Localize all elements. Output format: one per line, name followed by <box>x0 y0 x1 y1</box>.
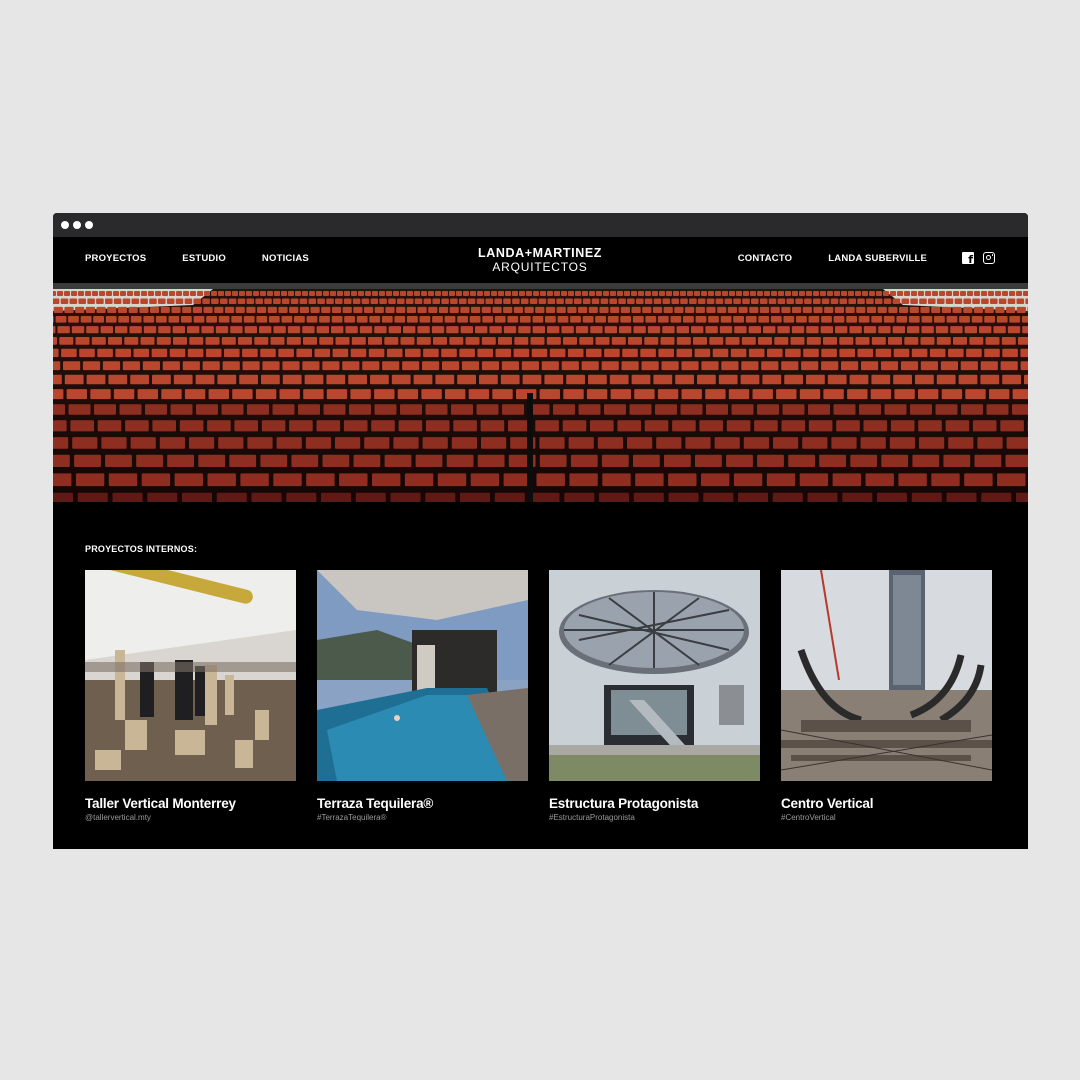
construction-site-photo <box>781 570 992 781</box>
nav-link-estudio[interactable]: ESTUDIO <box>182 253 226 264</box>
project-card[interactable]: Centro Vertical #CentroVertical <box>781 570 992 822</box>
window-titlebar <box>53 213 1028 237</box>
project-hashtag[interactable]: @tallervertical.mty <box>85 813 296 822</box>
auditorium-seats-photo <box>53 283 1028 502</box>
project-card[interactable]: Estructura Protagonista #EstructuraProta… <box>549 570 760 822</box>
hero-image <box>53 283 1028 502</box>
project-title[interactable]: Estructura Protagonista <box>549 796 760 811</box>
project-thumbnail[interactable] <box>85 570 296 781</box>
project-card[interactable]: Terraza Tequilera® #TerrazaTequilera® <box>317 570 528 822</box>
window-dot[interactable] <box>73 221 81 229</box>
social-links <box>962 252 995 266</box>
instagram-icon[interactable] <box>983 252 995 264</box>
rooftop-pool-photo <box>317 570 528 781</box>
section-title: PROYECTOS INTERNOS: <box>85 544 198 554</box>
site-header: PROYECTOS ESTUDIO NOTICIAS LANDA+MARTINE… <box>53 237 1028 283</box>
project-hashtag[interactable]: #CentroVertical <box>781 813 992 822</box>
secondary-nav: CONTACTO LANDA SUBERVILLE <box>738 252 995 266</box>
project-hashtag[interactable]: #EstructuraProtagonista <box>549 813 760 822</box>
project-grid: Taller Vertical Monterrey @tallervertica… <box>85 570 992 822</box>
main-nav: PROYECTOS ESTUDIO NOTICIAS <box>85 253 309 264</box>
site-logo[interactable]: LANDA+MARTINEZ ARQUITECTOS <box>475 247 605 273</box>
project-card[interactable]: Taller Vertical Monterrey @tallervertica… <box>85 570 296 822</box>
project-thumbnail[interactable] <box>549 570 760 781</box>
logo-line-1: LANDA+MARTINEZ <box>477 246 603 260</box>
project-title[interactable]: Taller Vertical Monterrey <box>85 796 296 811</box>
architecture-models-photo <box>85 570 296 781</box>
project-thumbnail[interactable] <box>781 570 992 781</box>
nav-link-proyectos[interactable]: PROYECTOS <box>85 253 146 264</box>
nav-link-noticias[interactable]: NOTICIAS <box>262 253 309 264</box>
project-title[interactable]: Centro Vertical <box>781 796 992 811</box>
window-dot[interactable] <box>61 221 69 229</box>
glass-canopy-photo <box>549 570 760 781</box>
nav-link-contacto[interactable]: CONTACTO <box>738 253 793 264</box>
browser-window: PROYECTOS ESTUDIO NOTICIAS LANDA+MARTINE… <box>53 213 1028 849</box>
project-title[interactable]: Terraza Tequilera® <box>317 796 528 811</box>
project-hashtag[interactable]: #TerrazaTequilera® <box>317 813 528 822</box>
logo-line-2: ARQUITECTOS <box>492 259 588 274</box>
window-dot[interactable] <box>85 221 93 229</box>
facebook-icon[interactable] <box>962 252 974 266</box>
nav-link-landa-suberville[interactable]: LANDA SUBERVILLE <box>828 253 927 264</box>
project-thumbnail[interactable] <box>317 570 528 781</box>
